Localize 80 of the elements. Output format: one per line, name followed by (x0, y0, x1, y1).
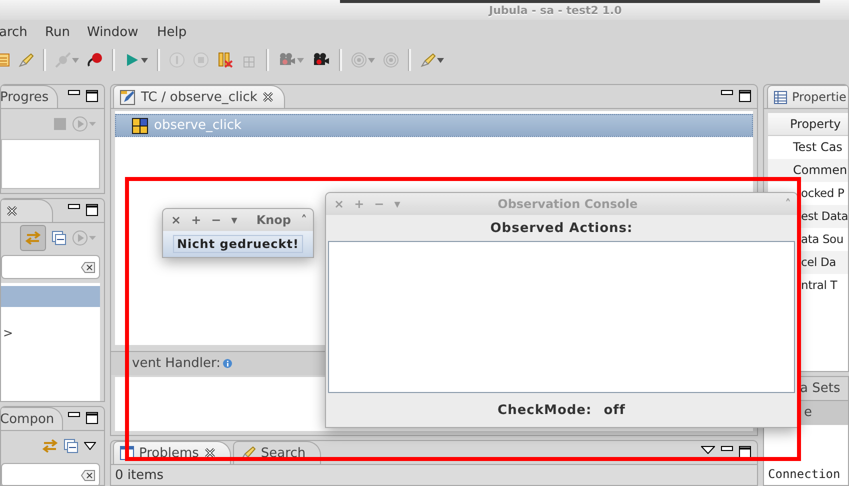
record-icon (87, 52, 103, 68)
maximize-icon[interactable] (739, 90, 751, 102)
connector-icon (55, 52, 71, 68)
tab-label: Search (260, 446, 306, 460)
tree-row[interactable]: > (1, 323, 100, 344)
stop-icon (193, 52, 209, 68)
view-tab[interactable]: Compon (1, 407, 64, 430)
caret-icon (368, 58, 375, 62)
close-icon[interactable] (204, 447, 216, 459)
window-control[interactable]: − (211, 213, 222, 227)
view-tab[interactable]: Progres (1, 85, 58, 108)
toggle-button[interactable]: Nicht gedrueckt! (173, 235, 303, 253)
collapse-icon[interactable] (64, 439, 78, 453)
menu-item[interactable]: Run (45, 25, 70, 40)
window-control[interactable]: + (191, 213, 202, 227)
window-control[interactable]: × (171, 213, 182, 227)
window-control[interactable]: ▾ (231, 213, 238, 227)
status-text: 0 items (115, 468, 164, 483)
tab-label: Problems (139, 446, 199, 460)
table-cell: cel Da (801, 255, 836, 269)
heading: Observed Actions: (490, 220, 633, 236)
target-icon (351, 52, 367, 68)
menu-item[interactable]: arch (0, 25, 28, 40)
check-mode-value: off (604, 402, 626, 418)
info-icon (222, 359, 232, 368)
table-cell: ata Sou (801, 232, 844, 246)
menu-item[interactable]: Window (87, 25, 138, 40)
window-title: Observation Console (496, 197, 639, 211)
dropdown-icon[interactable] (701, 446, 715, 454)
pause-cross-icon (217, 52, 233, 68)
tab-label: Propertie (792, 90, 846, 104)
edit-icon (120, 89, 136, 105)
collapse-control[interactable]: ˄ (301, 213, 307, 227)
minimize-icon[interactable] (721, 90, 733, 96)
window-title: Knop (255, 213, 291, 227)
test-case-icon (132, 118, 148, 134)
view-tab[interactable]: Propertie (767, 85, 848, 108)
search-field[interactable] (1, 255, 100, 279)
maximize-icon[interactable] (86, 204, 98, 216)
maximize-icon[interactable] (86, 412, 98, 424)
table-cell: Commen (793, 163, 848, 177)
table-cell: ntral T (801, 278, 838, 292)
caret-icon (437, 58, 444, 62)
section-label: vent Handler: (132, 356, 220, 371)
dropdown-icon[interactable] (84, 442, 96, 450)
minimize-icon[interactable] (68, 412, 80, 418)
close-icon[interactable] (6, 205, 18, 217)
brush-icon (18, 52, 34, 68)
target-icon (383, 52, 399, 68)
play-icon (124, 52, 140, 68)
caret-icon (72, 58, 79, 62)
table-cell: ocked P (801, 186, 844, 200)
menu-item[interactable]: Help (157, 25, 187, 40)
minimize-icon[interactable] (68, 90, 80, 96)
caret-icon (297, 58, 304, 62)
camera-icon (278, 52, 296, 68)
search-field[interactable] (1, 463, 100, 485)
maximize-icon[interactable] (86, 90, 98, 102)
window-title: Jubula - sa - test2 1.0 (489, 4, 622, 17)
view-tab[interactable] (1, 199, 53, 222)
tab-label: TC / observe_click (141, 90, 258, 104)
table-cell: est Data (801, 209, 848, 223)
table-icon (774, 90, 787, 104)
minimize-icon[interactable] (721, 446, 733, 452)
arrows-icon (25, 230, 41, 246)
close-icon[interactable] (262, 91, 274, 103)
caret-icon (141, 58, 148, 62)
pause-icon (169, 52, 185, 68)
clear-icon[interactable] (81, 262, 95, 272)
editor-tab[interactable]: TC / observe_click (113, 85, 286, 108)
brush-icon (420, 52, 436, 68)
check-mode-label: CheckMode: (498, 402, 592, 418)
camera-icon (312, 52, 330, 68)
column-header[interactable]: Property (768, 113, 848, 136)
clear-icon[interactable] (81, 470, 95, 480)
table-cell: Test Cas (793, 140, 842, 154)
collapse-icon[interactable] (52, 231, 66, 245)
minimize-icon[interactable] (68, 204, 80, 210)
maximize-icon[interactable] (739, 446, 751, 458)
view-tab[interactable]: a Sets (800, 378, 840, 400)
